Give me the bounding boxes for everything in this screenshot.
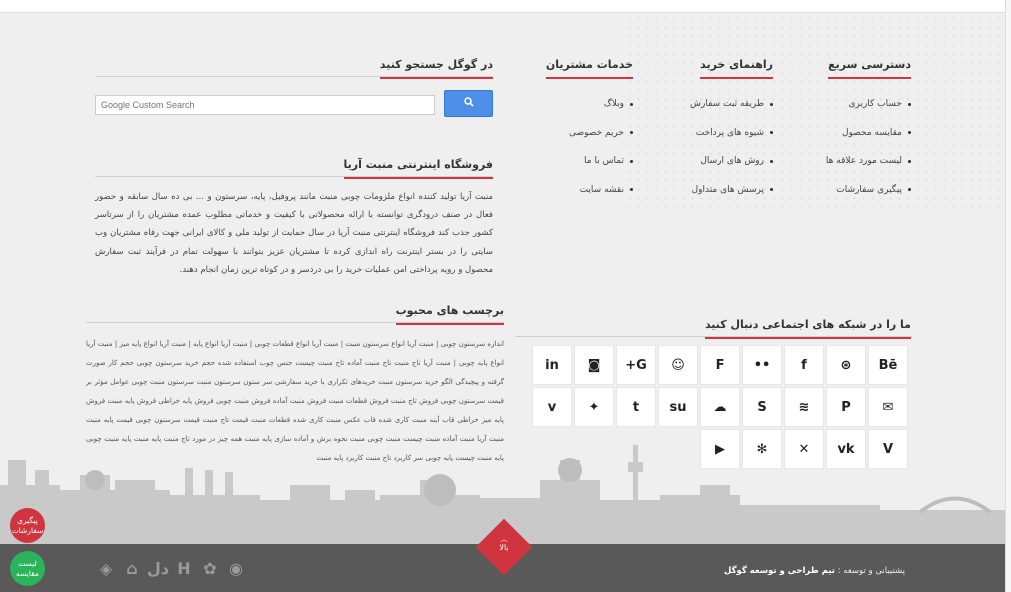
about-text: منبت آریا تولید کننده انواع ملزومات چوبی…	[95, 192, 493, 275]
camera-icon[interactable]: ◉	[226, 558, 246, 578]
link-label: پیگیری سفارشات	[836, 184, 902, 195]
bullet-icon	[908, 131, 911, 135]
pinterest-icon[interactable]: P	[826, 387, 866, 427]
bullet-icon	[630, 159, 633, 163]
quick-access-item-compare[interactable]: مقایسه محصول	[826, 119, 911, 148]
samandehi-icon[interactable]: ⌂	[122, 558, 142, 578]
support-team-link[interactable]: تیم طراحی و توسعه گوگل	[724, 566, 835, 576]
trust-badges: ◈ ⌂ دل H ✿ ◉	[96, 558, 246, 578]
behance-icon[interactable]: Bē	[868, 345, 908, 385]
stumbleupon-icon[interactable]: su	[658, 387, 698, 427]
track-orders-button[interactable]: پیگیری سفارشات	[10, 508, 45, 543]
top-strip	[0, 0, 1005, 13]
social-title: ما را در شبکه های اجتماعی دنبال کنید	[704, 318, 912, 339]
link-label: تماس با ما	[584, 156, 624, 167]
back-to-top-text: بالا	[499, 543, 509, 552]
link-label: طریقه ثبت سفارش	[690, 99, 764, 110]
dribbble-icon[interactable]: ⊛	[826, 345, 866, 385]
customer-services-item-contact[interactable]: تماس با ما	[569, 147, 633, 176]
github-icon[interactable]: ☺	[658, 345, 698, 385]
linkedin-icon[interactable]: in	[532, 345, 572, 385]
customer-services-item-privacy[interactable]: حریم خصوصی	[569, 119, 633, 148]
skype-icon[interactable]: S	[742, 387, 782, 427]
link-label: شیوه های پرداخت	[695, 127, 764, 138]
bullet-icon	[770, 159, 773, 163]
quick-access-title: دسترسی سریع	[828, 58, 911, 79]
twitter-icon[interactable]: ✦	[574, 387, 614, 427]
link-label: لیست مورد علاقه ها	[825, 156, 902, 167]
tumblr-icon[interactable]: t	[616, 387, 656, 427]
customer-services-list: وبلاگ حریم خصوصی تماس با ما نقشه سایت	[569, 90, 633, 204]
quick-access-item-wishlist[interactable]: لیست مورد علاقه ها	[826, 147, 911, 176]
buying-guide-item-faq[interactable]: پرسش های متداول	[690, 176, 773, 205]
link-label: روش های ارسال	[700, 156, 764, 167]
google-plus-icon[interactable]: G+	[616, 345, 656, 385]
buying-guide-title: راهنمای خرید	[700, 58, 773, 79]
google-search-button[interactable]	[444, 90, 493, 117]
customer-services-title: خدمات مشتریان	[545, 58, 634, 79]
foursquare-icon[interactable]: F	[700, 345, 740, 385]
instagram-icon[interactable]: ◙	[574, 345, 614, 385]
bullet-icon	[630, 102, 633, 106]
enamad-icon[interactable]: ◈	[96, 558, 116, 578]
buying-guide-item-payment[interactable]: شیوه های پرداخت	[690, 119, 773, 148]
h-icon[interactable]: H	[174, 558, 194, 578]
bullet-icon	[908, 188, 911, 192]
link-label: وبلاگ	[603, 99, 624, 110]
buying-guide-list: طریقه ثبت سفارش شیوه های پرداخت روش های …	[690, 90, 773, 204]
gear-flower-icon[interactable]: ✿	[200, 558, 220, 578]
vimeo-icon[interactable]: v	[532, 387, 572, 427]
link-label: نقشه سایت	[579, 184, 624, 195]
link-label: حساب کاربری	[848, 99, 902, 110]
bullet-icon	[630, 188, 633, 192]
quick-access-item-account[interactable]: حساب کاربری	[826, 90, 911, 119]
buying-guide-item-shipping[interactable]: روش های ارسال	[690, 147, 773, 176]
link-label: حریم خصوصی	[568, 127, 624, 138]
bullet-icon	[770, 131, 773, 135]
footer-credit: پشتیبانی و توسعه : تیم طراحی و توسعه گوگ…	[724, 566, 905, 576]
quick-access-item-track[interactable]: پیگیری سفارشات	[826, 176, 911, 205]
bullet-icon	[770, 102, 773, 106]
quick-access-list: حساب کاربری مقایسه محصول لیست مورد علاقه…	[826, 90, 911, 204]
mail-icon[interactable]: ✉	[868, 387, 908, 427]
page-scrollbar[interactable]	[1005, 0, 1011, 592]
flickr-icon[interactable]: ••	[742, 345, 782, 385]
google-search-box	[95, 90, 493, 117]
support-label: پشتیبانی و توسعه :	[837, 566, 905, 576]
customer-services-item-sitemap[interactable]: نقشه سایت	[569, 176, 633, 205]
dot-pattern-decoration	[625, 14, 1005, 214]
facebook-icon[interactable]: f	[784, 345, 824, 385]
link-label: پرسش های متداول	[691, 184, 764, 195]
tags-title: برچسب های محبوب	[395, 304, 505, 325]
bullet-icon	[908, 159, 911, 163]
customer-services-item-blog[interactable]: وبلاگ	[569, 90, 633, 119]
google-search-input[interactable]	[95, 95, 435, 115]
about-title: فروشگاه اینترنتی منبت آریا	[343, 158, 494, 179]
back-to-top-label[interactable]: ︿ بالا	[484, 535, 524, 559]
search-icon	[463, 97, 474, 110]
bullet-icon	[908, 102, 911, 106]
bullet-icon	[630, 131, 633, 135]
soundcloud-icon[interactable]: ☁	[700, 387, 740, 427]
compare-list-button[interactable]: لیست مقایسه	[10, 551, 45, 586]
dl-icon[interactable]: دل	[147, 558, 169, 578]
chevron-up-icon: ︿	[500, 535, 508, 543]
rss-icon[interactable]: ≋	[784, 387, 824, 427]
buying-guide-item-order[interactable]: طریقه ثبت سفارش	[690, 90, 773, 119]
google-search-title: در گوگل جستجو کنید	[379, 58, 494, 79]
link-label: مقایسه محصول	[842, 127, 902, 138]
bullet-icon	[770, 188, 773, 192]
